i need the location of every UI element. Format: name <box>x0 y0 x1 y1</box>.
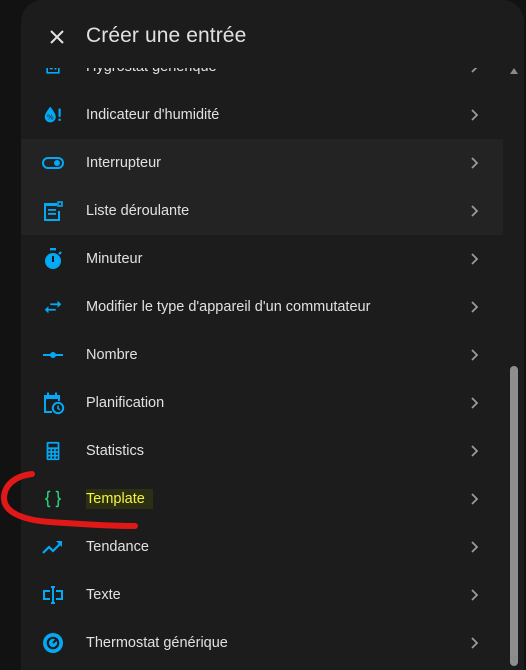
list-item-template[interactable]: Template <box>21 475 503 523</box>
list-item-label: Texte <box>86 587 121 603</box>
close-icon <box>50 30 64 44</box>
integration-list: Hygrostat générique % Indicateur d'humid… <box>21 43 503 667</box>
list-item-label: Template <box>86 489 153 509</box>
list-item-statistics[interactable]: Statistics <box>21 427 503 475</box>
close-button[interactable] <box>43 23 71 51</box>
chevron-right-icon <box>471 589 479 601</box>
list-item-dropdown[interactable]: Liste déroulante <box>21 187 503 235</box>
text-field-icon <box>41 583 65 607</box>
number-slider-icon <box>41 343 65 367</box>
list-item-label: Interrupteur <box>86 155 161 171</box>
list-item-label: Modifier le type d'appareil d'un commuta… <box>86 299 371 315</box>
list-item-humidity[interactable]: % Indicateur d'humidité <box>21 91 503 139</box>
create-entry-dialog: Hygrostat générique % Indicateur d'humid… <box>21 0 524 670</box>
list-item-switch[interactable]: Interrupteur <box>21 139 503 187</box>
chevron-right-icon <box>471 205 479 217</box>
list-item-label: Indicateur d'humidité <box>86 107 220 123</box>
list-item-number[interactable]: Nombre <box>21 331 503 379</box>
dialog-title: Créer une entrée <box>86 24 247 47</box>
trending-up-icon <box>41 535 65 559</box>
list-item-change-device-type[interactable]: Modifier le type d'appareil d'un commuta… <box>21 283 503 331</box>
chevron-right-icon <box>471 349 479 361</box>
code-braces-icon <box>41 487 65 511</box>
list-item-label: Liste déroulante <box>86 203 190 219</box>
list-item-label: Planification <box>86 395 165 411</box>
chevron-right-icon <box>471 109 479 121</box>
list-item-label: Tendance <box>86 539 149 555</box>
list-item-label: Statistics <box>86 443 145 459</box>
list-item-trend[interactable]: Tendance <box>21 523 503 571</box>
chevron-right-icon <box>471 253 479 265</box>
timer-icon <box>41 247 65 271</box>
chevron-right-icon <box>471 397 479 409</box>
chevron-right-icon <box>471 493 479 505</box>
list-scrollbar[interactable] <box>507 60 521 670</box>
chevron-right-icon <box>471 637 479 649</box>
svg-text:%: % <box>47 113 54 122</box>
scroll-up-arrow-icon[interactable] <box>510 68 518 74</box>
scrollbar-thumb[interactable] <box>510 366 518 666</box>
calendar-clock-icon <box>41 391 65 415</box>
list-item-schedule[interactable]: Planification <box>21 379 503 427</box>
list-item-label: Minuteur <box>86 251 143 267</box>
dialog-header: Créer une entrée <box>21 0 524 68</box>
thermostat-icon <box>41 631 65 655</box>
list-item-label: Thermostat générique <box>86 635 228 651</box>
scroll-down-arrow-icon[interactable] <box>510 656 518 662</box>
chevron-right-icon <box>471 541 479 553</box>
chevron-right-icon <box>471 445 479 457</box>
list-item-text[interactable]: Texte <box>21 571 503 619</box>
swap-arrows-icon <box>41 295 65 319</box>
list-item-thermostat[interactable]: Thermostat générique <box>21 619 503 667</box>
humidity-percent-icon: % <box>41 103 65 127</box>
chevron-right-icon <box>471 301 479 313</box>
calculator-icon <box>41 439 65 463</box>
list-item-timer[interactable]: Minuteur <box>21 235 503 283</box>
toggle-switch-icon <box>41 151 65 175</box>
dropdown-list-icon <box>41 199 65 223</box>
chevron-right-icon <box>471 157 479 169</box>
list-item-label: Nombre <box>86 347 138 363</box>
